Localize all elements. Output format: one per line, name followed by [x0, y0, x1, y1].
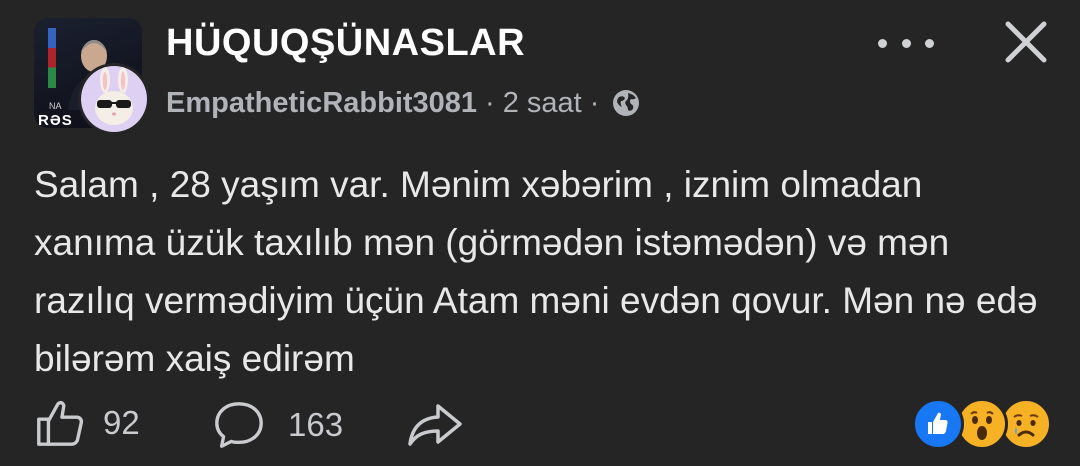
like-count: 92: [103, 404, 140, 441]
meta-separator: ·: [589, 86, 600, 119]
comment-bubble-icon: [215, 402, 263, 448]
post-time[interactable]: 2 saat: [503, 87, 582, 120]
like-button[interactable]: 92: [33, 396, 140, 450]
more-options-button[interactable]: [878, 28, 934, 58]
more-dot: [901, 38, 911, 48]
thumbs-up-icon: [37, 400, 84, 446]
user-avatar[interactable]: [78, 63, 150, 135]
group-avatar-text: RƏS: [38, 112, 73, 128]
post-body-text: Salam , 28 yaşım var. Mənim xəbərim , iz…: [34, 164, 1038, 379]
close-icon[interactable]: [998, 14, 1054, 70]
comment-button[interactable]: 163: [212, 398, 343, 452]
group-avatar-small-text: NA: [49, 101, 62, 111]
rabbit-avatar-icon: [95, 67, 133, 125]
reaction-summary[interactable]: [912, 398, 1052, 450]
globe-icon: [613, 90, 640, 116]
meta-separator: ·: [485, 86, 495, 119]
post-header: NA RƏS HÜQUQŞÜNASLAR EmpatheticRabbit308…: [0, 0, 1080, 145]
share-button[interactable]: [406, 400, 464, 450]
author-name[interactable]: EmpatheticRabbit3081: [166, 87, 477, 120]
more-dot: [925, 38, 934, 48]
comment-count: 163: [288, 406, 344, 443]
more-dots-icon: [878, 38, 887, 48]
share-arrow-icon: [408, 404, 462, 446]
flag-graphic: [48, 28, 56, 88]
post-meta: EmpatheticRabbit3081 · 2 saat ·: [166, 84, 641, 122]
group-name[interactable]: HÜQUQŞÜNASLAR: [166, 22, 525, 65]
like-reaction-icon: [912, 398, 964, 450]
